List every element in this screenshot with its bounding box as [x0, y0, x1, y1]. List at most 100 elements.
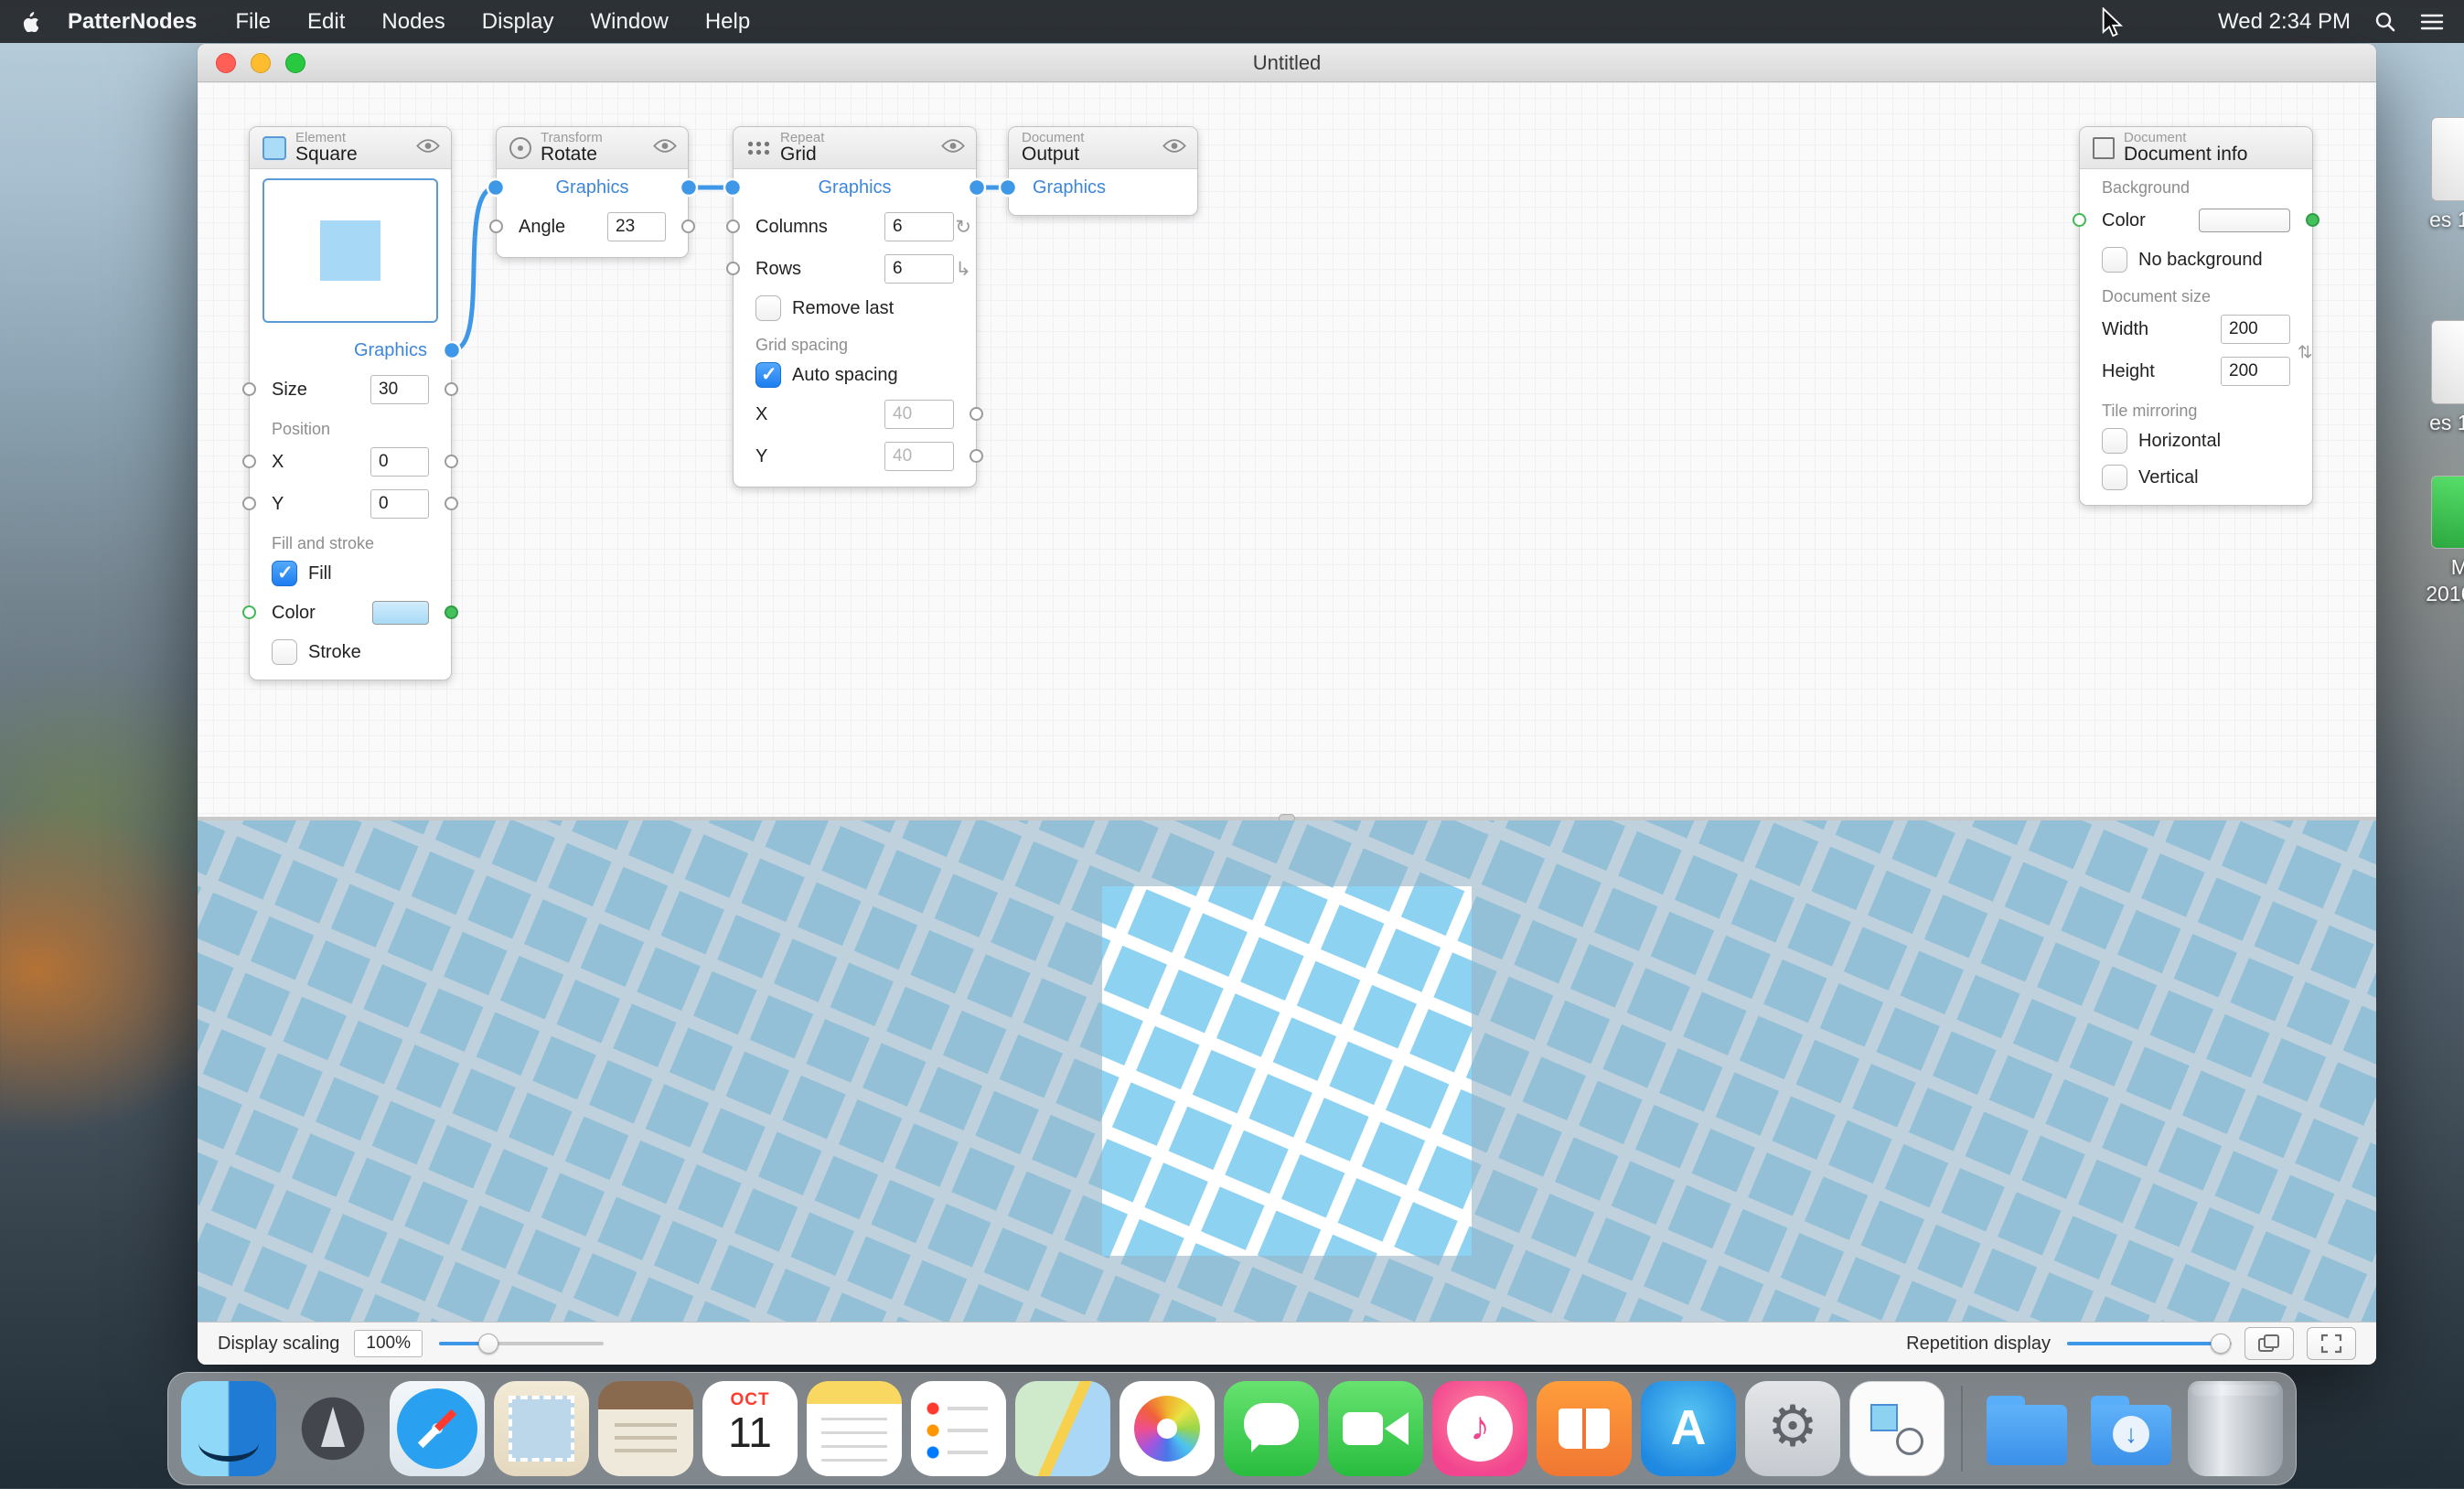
menu-help[interactable]: Help [687, 9, 768, 35]
slider-thumb[interactable] [478, 1334, 498, 1354]
close-button[interactable] [216, 53, 236, 73]
dock-reminders-icon[interactable] [911, 1381, 1006, 1476]
value-port[interactable] [681, 220, 695, 233]
angle-input[interactable] [607, 212, 666, 241]
fill-checkbox[interactable] [272, 561, 297, 586]
dock-folder-downloads-icon[interactable]: ↓ [2084, 1381, 2179, 1476]
desktop-icon-3[interactable]: МА 2016.pdf [2407, 476, 2464, 607]
node-canvas[interactable]: Element Square Graphics Size Positio [198, 82, 2376, 817]
menu-nodes[interactable]: Nodes [363, 9, 463, 35]
value-port[interactable] [970, 407, 983, 421]
apple-menu-icon[interactable] [22, 12, 38, 32]
eye-icon[interactable] [653, 138, 677, 159]
eye-icon[interactable] [416, 138, 440, 159]
menu-window[interactable]: Window [572, 9, 686, 35]
value-port[interactable] [970, 449, 983, 463]
desktop-icon-2[interactable]: es 1.8.5 [2407, 320, 2464, 436]
no-background-label: No background [2138, 250, 2263, 271]
color-port[interactable] [2073, 213, 2086, 227]
dock-finder-icon[interactable] [181, 1381, 276, 1476]
dock-calendar-icon[interactable]: OCT11 [702, 1381, 798, 1476]
node-category-label: Transform [541, 131, 603, 145]
dock-photos-icon[interactable] [1120, 1381, 1215, 1476]
stroke-checkbox[interactable] [272, 639, 297, 665]
slider-thumb[interactable] [2211, 1334, 2231, 1354]
dock-mail-icon[interactable] [494, 1381, 589, 1476]
spotlight-icon[interactable] [2374, 11, 2396, 33]
value-port[interactable] [242, 455, 256, 468]
height-input[interactable] [2221, 357, 2290, 386]
dock-notes-icon[interactable] [807, 1381, 902, 1476]
dock-maps-icon[interactable] [1015, 1381, 1110, 1476]
menu-display[interactable]: Display [464, 9, 573, 35]
node-rotate-header[interactable]: Transform Rotate [497, 127, 688, 169]
dock-system-preferences-icon[interactable] [1745, 1381, 1840, 1476]
no-background-checkbox[interactable] [2102, 247, 2127, 273]
size-input[interactable] [370, 375, 429, 404]
node-square-header[interactable]: Element Square [250, 127, 451, 169]
desktop-icon-1[interactable]: es 1.8.5 [2407, 117, 2464, 233]
dock-messages-icon[interactable] [1224, 1381, 1319, 1476]
spacing-x-input[interactable] [884, 400, 954, 429]
columns-input[interactable] [884, 212, 954, 241]
minimize-button[interactable] [251, 53, 271, 73]
node-grid-header[interactable]: Repeat Grid [734, 127, 976, 169]
repetition-display-slider[interactable] [2067, 1342, 2232, 1345]
fill-color-swatch[interactable] [372, 601, 429, 625]
dock-patternodes-icon[interactable] [1849, 1381, 1944, 1476]
fullscreen-view-button[interactable] [2307, 1327, 2356, 1360]
remove-last-checkbox[interactable] [755, 295, 781, 321]
auto-spacing-checkbox[interactable] [755, 362, 781, 388]
node-output-header[interactable]: Document Output [1009, 127, 1197, 169]
eye-icon[interactable] [1162, 138, 1186, 159]
value-port[interactable] [726, 220, 740, 233]
horizontal-checkbox[interactable] [2102, 428, 2127, 454]
dock-contacts-icon[interactable] [598, 1381, 693, 1476]
node-square[interactable]: Element Square Graphics Size Positio [249, 126, 452, 680]
menu-edit[interactable]: Edit [289, 9, 363, 35]
value-port[interactable] [726, 262, 740, 275]
dock-launchpad-icon[interactable] [285, 1381, 380, 1476]
menu-file[interactable]: File [217, 9, 289, 35]
value-port[interactable] [445, 455, 458, 468]
pattern-preview[interactable] [198, 820, 2376, 1322]
dock-itunes-icon[interactable] [1432, 1381, 1527, 1476]
spacing-y-input[interactable] [884, 442, 954, 471]
rows-input[interactable] [884, 254, 954, 284]
panel-document-info[interactable]: Document Document info Background Color … [2079, 126, 2313, 506]
position-x-input[interactable] [370, 447, 429, 477]
dock-facetime-icon[interactable] [1328, 1381, 1423, 1476]
value-port[interactable] [445, 497, 458, 510]
node-grid[interactable]: Repeat Grid Graphics Columns ↻ Rows [733, 126, 977, 487]
value-port[interactable] [489, 220, 503, 233]
branch-arrow-icon[interactable]: ↳ [955, 260, 971, 279]
value-port[interactable] [242, 497, 256, 510]
notification-center-icon[interactable] [2420, 12, 2444, 32]
color-port[interactable] [242, 605, 256, 619]
document-info-header[interactable]: Document Document info [2080, 127, 2312, 169]
dock-ibooks-icon[interactable] [1537, 1381, 1632, 1476]
tile-view-button[interactable] [2244, 1327, 2294, 1360]
dock-appstore-icon[interactable] [1641, 1381, 1736, 1476]
position-y-input[interactable] [370, 489, 429, 519]
color-port[interactable] [2306, 213, 2319, 227]
display-scaling-slider[interactable] [439, 1342, 604, 1345]
value-port[interactable] [445, 382, 458, 396]
width-input[interactable] [2221, 315, 2290, 344]
sync-icon[interactable]: ↻ [955, 218, 971, 237]
dock-trash-icon[interactable] [2188, 1381, 2283, 1476]
background-color-swatch[interactable] [2199, 209, 2290, 232]
menu-app-name[interactable]: PatterNodes [48, 9, 217, 35]
value-port[interactable] [242, 382, 256, 396]
eye-icon[interactable] [941, 138, 965, 159]
window-titlebar[interactable]: Untitled [198, 44, 2376, 82]
vertical-checkbox[interactable] [2102, 465, 2127, 490]
zoom-button[interactable] [285, 53, 305, 73]
node-output[interactable]: Document Output Graphics [1008, 126, 1198, 216]
node-rotate[interactable]: Transform Rotate Graphics Angle [496, 126, 689, 258]
display-scaling-value[interactable]: 100% [354, 1330, 423, 1357]
color-port[interactable] [445, 605, 458, 619]
dock-safari-icon[interactable] [390, 1381, 485, 1476]
menu-clock[interactable]: Wed 2:34 PM [2218, 9, 2351, 35]
dock-folder-apps-icon[interactable] [1979, 1381, 2074, 1476]
